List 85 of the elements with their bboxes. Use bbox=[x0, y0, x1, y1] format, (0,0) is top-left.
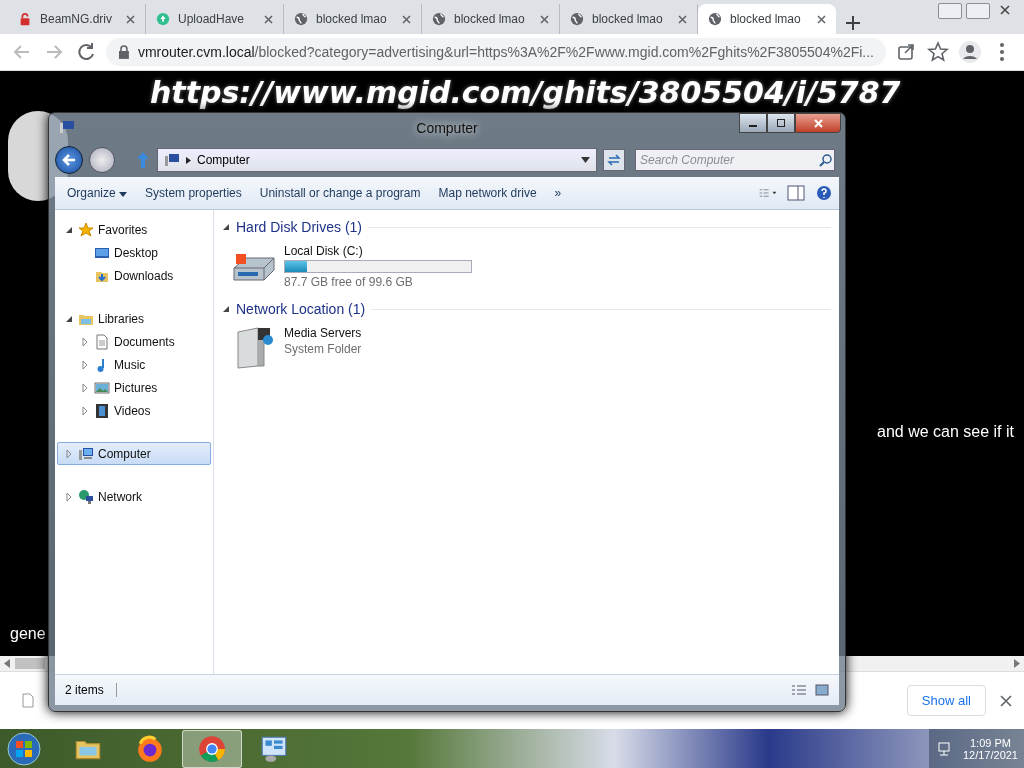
forward-button[interactable] bbox=[89, 147, 115, 173]
window-title: Computer bbox=[416, 120, 478, 136]
computer-icon bbox=[59, 119, 75, 135]
chevron-icon[interactable] bbox=[186, 156, 191, 164]
tree-item[interactable]: Libraries bbox=[57, 307, 211, 330]
item-name[interactable]: Local Disk (C:) bbox=[284, 244, 472, 258]
item-detail: System Folder bbox=[284, 342, 362, 356]
star-icon[interactable] bbox=[926, 40, 950, 64]
lock-icon bbox=[18, 12, 32, 26]
item-name[interactable]: Media Servers bbox=[284, 326, 362, 340]
status-text: 2 items bbox=[65, 683, 117, 697]
taskbar-button[interactable] bbox=[182, 730, 242, 768]
minimize-button[interactable] bbox=[739, 113, 767, 133]
caret-icon[interactable] bbox=[119, 192, 128, 197]
tree-item[interactable]: Computer bbox=[57, 442, 211, 465]
profile-icon[interactable] bbox=[958, 40, 982, 64]
lock-icon bbox=[118, 45, 130, 59]
expand-arrow-icon[interactable] bbox=[80, 382, 90, 393]
close-icon[interactable] bbox=[817, 14, 826, 24]
toolbar-button[interactable]: » bbox=[548, 182, 568, 204]
help-icon[interactable] bbox=[815, 185, 833, 201]
toolbar-button[interactable]: System properties bbox=[139, 182, 248, 204]
tree-item[interactable]: Music bbox=[57, 353, 211, 376]
control-panel-icon[interactable] bbox=[259, 734, 289, 764]
tree-item[interactable]: Pictures bbox=[57, 376, 211, 399]
close-icon[interactable] bbox=[540, 14, 549, 24]
close-icon[interactable] bbox=[126, 14, 135, 24]
expand-arrow-icon[interactable] bbox=[80, 405, 90, 416]
address-bar[interactable]: Computer bbox=[157, 148, 597, 172]
page-heading: https://www.mgid.com/ghits/3805504/i/5787 bbox=[150, 75, 901, 110]
page-text: and we can see if it bbox=[877, 423, 1014, 441]
tree-item[interactable]: Desktop bbox=[57, 241, 211, 264]
group-heading[interactable]: Network Location (1) bbox=[236, 301, 366, 317]
tree-item[interactable]: Favorites bbox=[57, 218, 211, 241]
close-icon[interactable] bbox=[264, 14, 273, 24]
film-icon bbox=[94, 402, 110, 419]
close-icon[interactable] bbox=[678, 14, 687, 24]
preview-pane-icon[interactable] bbox=[787, 185, 805, 201]
item-detail: 87.7 GB free of 99.6 GB bbox=[284, 275, 414, 289]
tree-item[interactable]: Documents bbox=[57, 330, 211, 353]
computer-icon bbox=[164, 153, 180, 167]
maximize-icon[interactable] bbox=[777, 119, 785, 127]
expand-arrow-icon[interactable] bbox=[64, 491, 74, 502]
cloud-icon bbox=[156, 12, 170, 26]
scrollbar-thumb[interactable] bbox=[15, 658, 45, 669]
maximize-button[interactable] bbox=[767, 113, 795, 133]
start-button[interactable] bbox=[4, 731, 44, 767]
browser-tab[interactable]: blocked lmao bbox=[698, 4, 836, 34]
back-button[interactable] bbox=[55, 146, 83, 174]
show-all-button[interactable]: Show all bbox=[906, 685, 986, 716]
computer-icon bbox=[78, 445, 94, 462]
firefox-icon[interactable] bbox=[135, 734, 165, 764]
tree-item[interactable]: Videos bbox=[57, 399, 211, 422]
collapse-arrow-icon[interactable] bbox=[222, 305, 230, 313]
address-text: Computer bbox=[197, 153, 250, 167]
expand-arrow-icon[interactable] bbox=[80, 359, 90, 370]
tree-item[interactable]: Network bbox=[57, 485, 211, 508]
network-icon[interactable] bbox=[936, 741, 953, 757]
close-icon[interactable] bbox=[1000, 694, 1012, 707]
globe-icon bbox=[294, 12, 308, 26]
close-icon[interactable] bbox=[402, 14, 411, 24]
dropdown-arrow-icon[interactable] bbox=[581, 157, 590, 163]
plus-icon[interactable] bbox=[846, 16, 860, 30]
toolbar-button[interactable]: Uninstall or change a program bbox=[253, 182, 427, 204]
picture-icon bbox=[94, 379, 110, 396]
large-icons-view-icon[interactable] bbox=[815, 684, 829, 696]
document-icon bbox=[94, 333, 110, 350]
search-field[interactable]: Search Computer bbox=[635, 149, 835, 171]
address-bar[interactable]: vmrouter.cvm.local/blocked?category=advertising&url=https%3A%2F%2Fwww.mgid.com%2Fghits%2F3805504%2Fi... bbox=[106, 38, 886, 66]
globe-icon bbox=[78, 488, 94, 505]
globe-icon bbox=[432, 12, 446, 26]
expand-arrow-icon[interactable] bbox=[64, 448, 74, 459]
refresh-icon[interactable] bbox=[603, 149, 625, 171]
tree-item[interactable]: Downloads bbox=[57, 264, 211, 287]
collapse-arrow-icon[interactable] bbox=[222, 223, 230, 231]
toolbar-button[interactable]: Organize bbox=[61, 182, 134, 204]
close-button[interactable] bbox=[795, 113, 841, 133]
globe-icon bbox=[570, 12, 584, 26]
globe-icon bbox=[708, 12, 722, 26]
chrome-icon[interactable] bbox=[197, 734, 227, 764]
toolbar-button[interactable]: Map network drive bbox=[432, 182, 543, 204]
star-icon bbox=[78, 221, 94, 238]
page-text: gene bbox=[10, 625, 46, 643]
expand-arrow-icon[interactable] bbox=[80, 336, 90, 347]
group-heading[interactable]: Hard Disk Drives (1) bbox=[236, 219, 362, 235]
